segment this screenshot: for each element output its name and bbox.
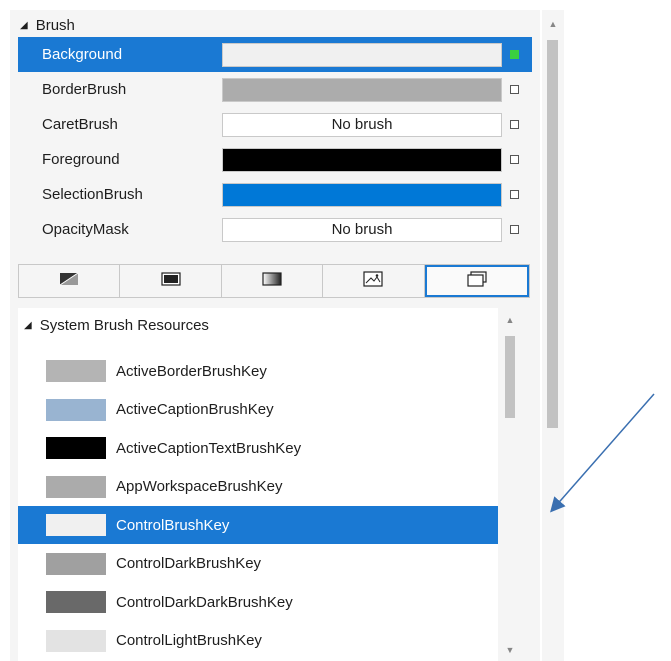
annotation-arrow-icon [550,393,655,513]
